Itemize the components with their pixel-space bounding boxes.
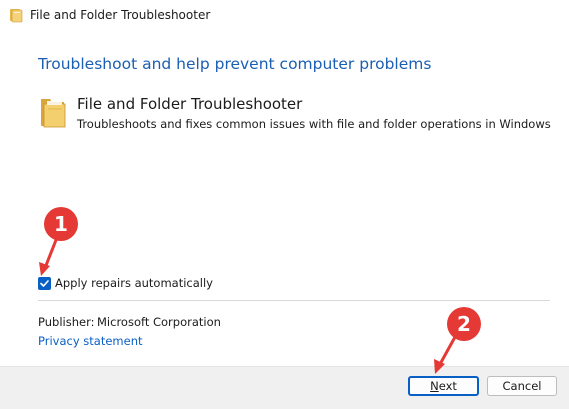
publisher-value: Microsoft Corporation — [97, 315, 221, 329]
apply-repairs-label[interactable]: Apply repairs automatically — [55, 276, 213, 290]
annotation-arrow-1 — [39, 238, 58, 276]
footer-bar — [0, 366, 569, 409]
privacy-statement-link[interactable]: Privacy statement — [38, 334, 143, 348]
title-bar: File and Folder Troubleshooter — [0, 0, 569, 32]
window-title: File and Folder Troubleshooter — [30, 8, 211, 22]
annotation-badge-1: 1 — [44, 207, 78, 241]
checkmark-icon — [40, 280, 49, 287]
next-button-mnemonic: N — [430, 379, 439, 393]
main-heading: Troubleshoot and help prevent computer p… — [38, 55, 432, 73]
next-button[interactable]: Next — [408, 376, 479, 396]
next-button-label: ext — [438, 379, 457, 393]
cancel-button[interactable]: Cancel — [487, 376, 557, 396]
apply-repairs-checkbox[interactable] — [38, 277, 51, 290]
publisher-label: Publisher: — [38, 315, 95, 329]
annotation-badge-2: 2 — [447, 307, 481, 341]
tool-name: File and Folder Troubleshooter — [77, 95, 303, 113]
tool-description: Troubleshoots and fixes common issues wi… — [77, 117, 551, 131]
folder-icon — [41, 99, 66, 128]
divider — [38, 300, 550, 301]
folder-icon — [10, 9, 23, 23]
